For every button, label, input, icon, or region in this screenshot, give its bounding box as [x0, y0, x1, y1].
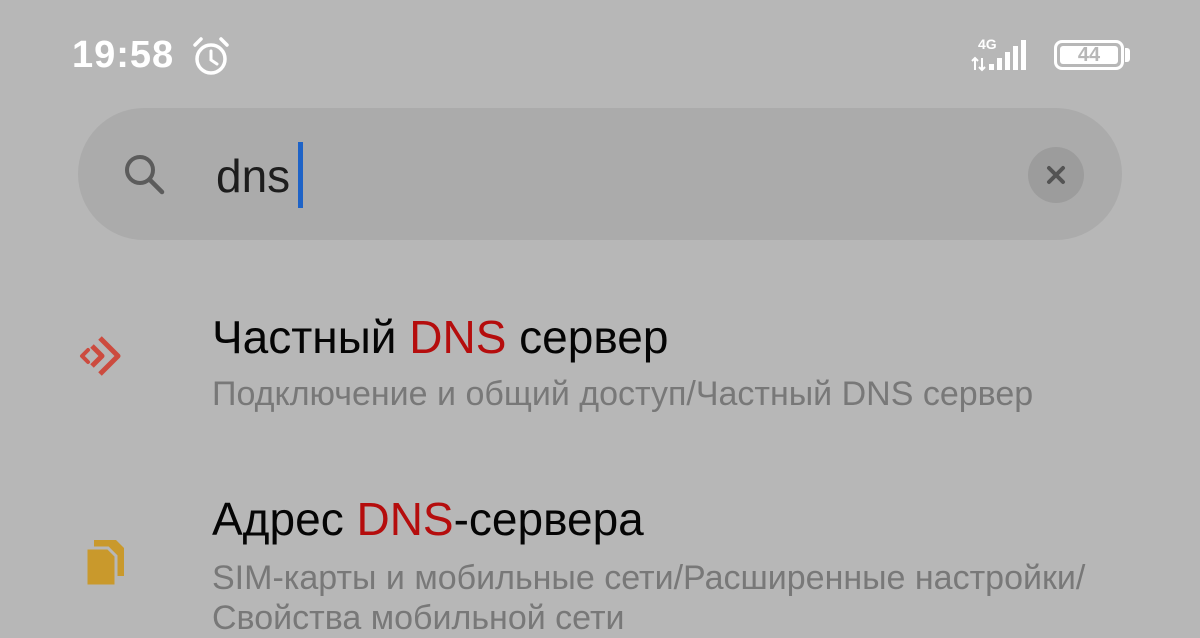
- status-bar: 19:58 4G 44: [0, 0, 1200, 110]
- close-icon: [1047, 166, 1065, 184]
- search-result-private-dns[interactable]: Частный DNS сервер Подключение и общий д…: [0, 300, 1200, 440]
- private-dns-icon: [80, 336, 121, 376]
- result-title-prefix: Частный: [212, 311, 410, 363]
- battery-tip: [1125, 48, 1130, 62]
- result-title-highlight: DNS: [409, 311, 507, 363]
- alarm-icon: [193, 37, 229, 75]
- result-path: Подключение и общий доступ/Частный DNS с…: [212, 375, 1034, 413]
- result-title-prefix: Адрес: [212, 493, 357, 545]
- battery-icon: 44: [1054, 40, 1124, 70]
- search-icon: [125, 155, 165, 195]
- status-time: 19:58: [72, 34, 175, 76]
- text-caret: [298, 142, 303, 208]
- result-title-suffix: -сервера: [453, 493, 644, 545]
- clear-search-button[interactable]: [1028, 147, 1084, 203]
- search-input[interactable]: dns: [216, 146, 290, 206]
- sim-cards-icon: [84, 540, 124, 588]
- battery-percent: 44: [1077, 44, 1101, 66]
- result-title-suffix: сервер: [506, 311, 669, 363]
- signal-icon: [971, 40, 1026, 72]
- result-title: Адрес DNS-сервера: [212, 492, 644, 546]
- result-path: SIM-карты и мобильные сети/Расширенные н…: [212, 559, 1086, 637]
- result-title-highlight: DNS: [356, 493, 454, 545]
- result-title: Частный DNS сервер: [212, 310, 668, 364]
- search-result-dns-address[interactable]: Адрес DNS-сервера SIM-карты и мобильные …: [0, 488, 1200, 637]
